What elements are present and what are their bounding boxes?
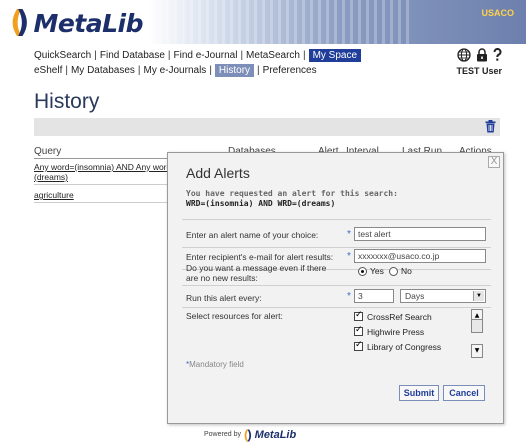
resource-checkbox[interactable]: [354, 340, 363, 351]
run-every-label: Run this alert every:: [186, 293, 262, 303]
alert-name-label: Enter an alert name of your choice:: [186, 230, 319, 240]
column-query: Query: [34, 146, 62, 157]
page-title: History: [34, 90, 100, 113]
resource-label: CrossRef Search: [367, 311, 432, 322]
history-toolbar: [34, 118, 500, 136]
mandatory-note-text: Mandatory field: [189, 360, 244, 369]
mandatory-note: *Mandatory field: [186, 360, 244, 369]
alert-name-input[interactable]: test alert: [354, 227, 486, 241]
nav-separator: |: [209, 65, 212, 76]
globe-icon[interactable]: [457, 48, 471, 65]
radio-no-control[interactable]: [389, 266, 398, 276]
resource-checkbox[interactable]: [354, 310, 363, 321]
history-query-link-2[interactable]: agriculture: [34, 190, 74, 200]
lock-icon[interactable]: [476, 48, 488, 65]
nav-my-space[interactable]: My Space: [308, 49, 362, 62]
dialog-title: Add Alerts: [186, 165, 250, 181]
subnav-my-databases[interactable]: My Databases: [71, 65, 135, 76]
nav-quicksearch[interactable]: QuickSearch: [34, 50, 91, 61]
dialog-divider: [182, 285, 491, 286]
radio-no-label: No: [401, 266, 412, 276]
app-header: ( ) MetaLib USACO: [0, 0, 526, 44]
resource-item[interactable]: Highwire Press: [354, 324, 486, 339]
resources-list: CrossRef Search Highwire Press Library o…: [354, 309, 486, 359]
history-query-link-1-cont[interactable]: (dreams): [34, 172, 68, 182]
resource-item[interactable]: CrossRef Search: [354, 309, 486, 324]
nav-separator: |: [240, 50, 244, 61]
subnav-my-ejournals[interactable]: My e-Journals: [144, 65, 207, 76]
run-unit-select[interactable]: Days ▼: [400, 289, 486, 303]
no-new-results-label-line1: Do you want a message even if there: [186, 263, 327, 273]
nav-separator: |: [167, 50, 171, 61]
cancel-button[interactable]: Cancel: [443, 385, 485, 401]
dialog-message-query: WRD=(insomnia) AND WRD=(dreams): [186, 199, 336, 208]
header-decoration: [150, 0, 410, 44]
primary-nav: QuickSearch | Find Database | Find e-Journal…: [34, 49, 362, 62]
resource-label: Library of Congress: [367, 341, 442, 352]
dialog-message-text: You have requested an alert for this sea…: [186, 189, 398, 198]
history-query-link-1[interactable]: Any word=(insomnia) AND Any word=: [34, 162, 176, 172]
radio-no[interactable]: No: [389, 266, 412, 276]
resources-label: Select resources for alert:: [186, 311, 283, 321]
no-new-results-label: Do you want a message even if there are …: [186, 263, 326, 283]
nav-separator: |: [137, 65, 141, 76]
institution-name: USACO: [481, 8, 514, 18]
dialog-message: You have requested an alert for this sea…: [186, 189, 486, 209]
powered-by-text: Powered by: [204, 431, 241, 438]
alert-email-input[interactable]: xxxxxxx@usaco.co.jp: [354, 249, 486, 263]
resource-item[interactable]: Library of Congress: [354, 339, 486, 354]
help-icon[interactable]: [493, 48, 502, 65]
logo-text: MetaLib: [33, 8, 143, 38]
metalib-logo[interactable]: ( ) MetaLib: [10, 6, 143, 40]
footer-logo-text: MetaLib: [254, 428, 297, 441]
secondary-nav: eShelf | My Databases | My e-Journals | Histor…: [34, 64, 317, 77]
dialog-divider: [182, 219, 491, 220]
footer-logo-mark-right: ): [247, 427, 252, 442]
nav-metasearch[interactable]: MetaSearch: [246, 50, 300, 61]
run-unit-value: Days: [405, 291, 425, 301]
required-marker: *: [347, 291, 351, 302]
resource-checkbox[interactable]: [354, 325, 363, 336]
scroll-down-icon[interactable]: ▼: [471, 344, 483, 358]
radio-yes[interactable]: Yes: [358, 266, 384, 276]
nav-separator: |: [94, 50, 97, 61]
no-new-results-label-line2: are no new results:: [186, 273, 258, 283]
logo-mark-right: ): [15, 5, 30, 40]
resource-label: Highwire Press: [367, 326, 425, 337]
radio-yes-control[interactable]: [358, 266, 367, 276]
trash-icon[interactable]: [485, 120, 496, 136]
nav-separator: |: [302, 50, 306, 61]
nav-find-database[interactable]: Find Database: [100, 50, 165, 61]
dialog-divider: [182, 247, 491, 248]
chevron-down-icon[interactable]: ▼: [473, 291, 484, 301]
subnav-eshelf[interactable]: eShelf: [34, 65, 62, 76]
required-marker: *: [347, 229, 351, 240]
radio-yes-label: Yes: [370, 266, 384, 276]
nav-find-ejournal[interactable]: Find e-Journal: [174, 50, 238, 61]
submit-button[interactable]: Submit: [399, 385, 439, 401]
utility-icons: [457, 48, 502, 65]
subnav-preferences[interactable]: Preferences: [263, 65, 317, 76]
powered-by: Powered by ( ) MetaLib: [204, 428, 296, 441]
nav-separator: |: [65, 65, 68, 76]
nav-separator: |: [257, 65, 260, 76]
add-alerts-dialog: X Add Alerts You have requested an alert…: [167, 152, 504, 424]
scrollbar-thumb[interactable]: [471, 319, 483, 333]
subnav-history[interactable]: History: [214, 64, 255, 77]
dialog-divider: [182, 307, 491, 308]
close-icon[interactable]: X: [488, 156, 500, 168]
user-name: TEST User: [456, 66, 502, 76]
run-interval-input[interactable]: 3: [354, 289, 394, 303]
required-marker: *: [347, 251, 351, 262]
alert-email-label: Enter recipient's e-mail for alert resul…: [186, 252, 334, 262]
